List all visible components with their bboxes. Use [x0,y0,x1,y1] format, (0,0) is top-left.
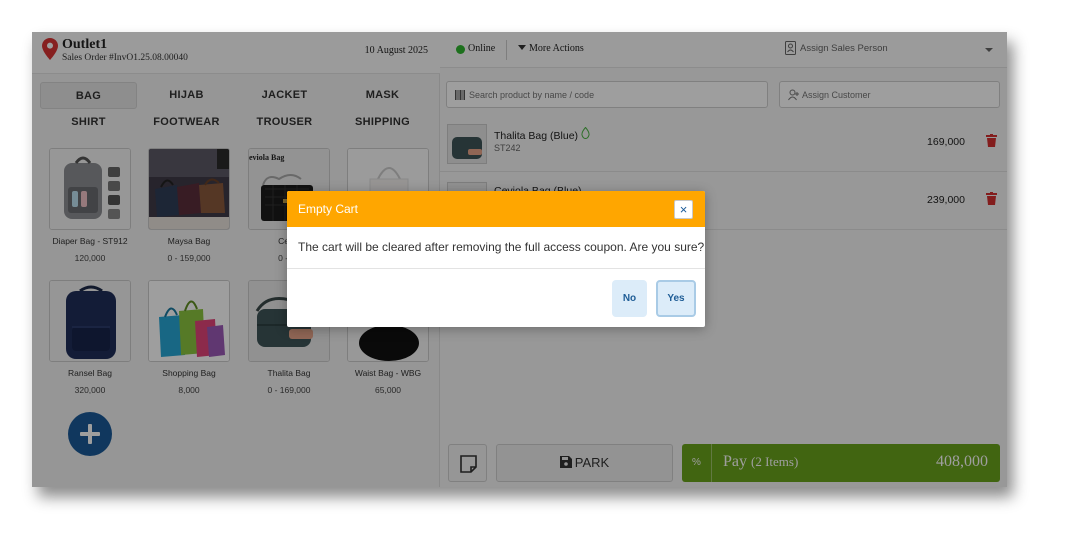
dialog-title: Empty Cart [298,202,359,216]
no-button[interactable]: No [612,280,647,317]
pos-window: Outlet1 Sales Order #InvO1.25.08.00040 1… [32,32,1007,487]
yes-button[interactable]: Yes [656,280,696,317]
close-icon[interactable]: × [674,200,693,219]
divider [287,268,705,269]
dialog-header: Empty Cart × [287,191,705,227]
empty-cart-dialog: Empty Cart × The cart will be cleared af… [287,191,705,327]
dialog-message: The cart will be cleared after removing … [298,240,705,254]
